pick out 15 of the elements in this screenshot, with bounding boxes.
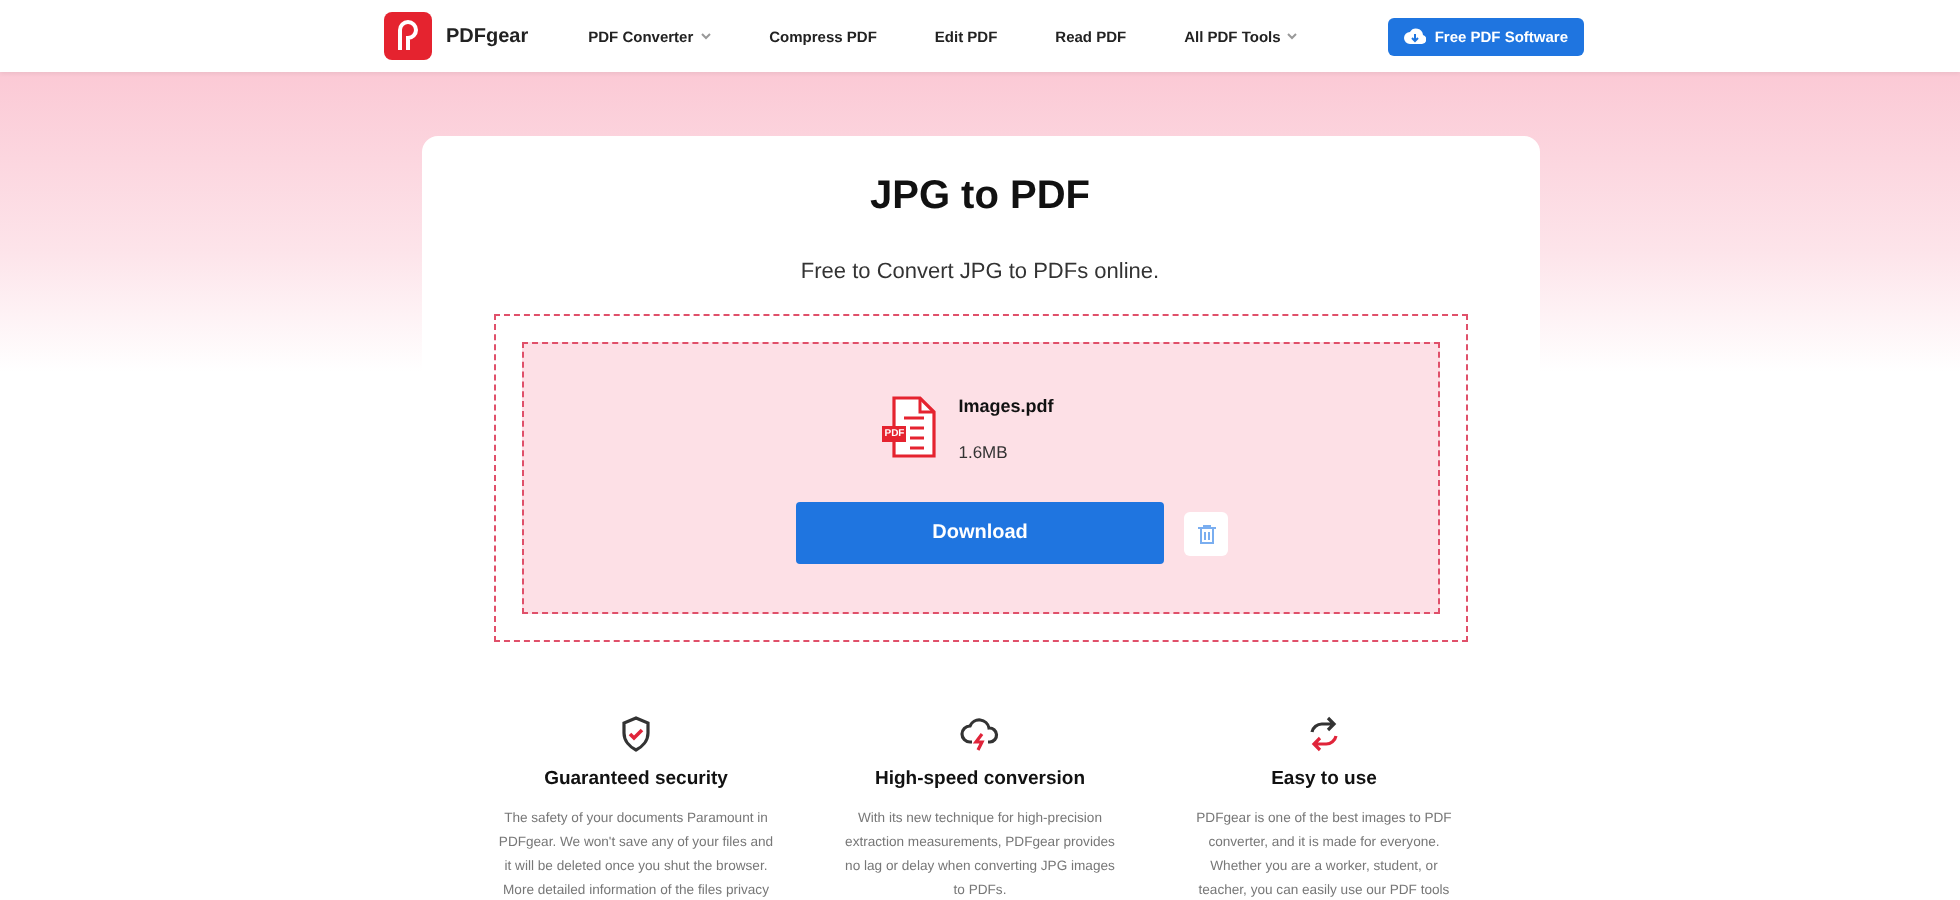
page-title: JPG to PDF <box>869 174 1090 220</box>
file-size: 1.6MB <box>958 442 1010 462</box>
subtitle: Free to Convert JPG to PDFs online. <box>800 260 1160 284</box>
logo-icon[interactable] <box>384 12 432 60</box>
cloud-download-icon <box>1404 28 1427 44</box>
shield-check-icon <box>620 716 652 752</box>
logo-text: PDFgear <box>446 25 529 47</box>
download-button[interactable]: Download <box>796 502 1164 564</box>
cloud-lightning-icon <box>960 716 1000 752</box>
file-name: Images.pdf <box>958 396 1054 416</box>
swap-arrows-icon <box>1306 716 1342 752</box>
feature-title: Guaranteed security <box>544 768 728 790</box>
feature-title: Easy to use <box>1271 768 1377 790</box>
feature-title: High-speed conversion <box>874 768 1086 790</box>
trash-icon <box>1197 523 1215 543</box>
